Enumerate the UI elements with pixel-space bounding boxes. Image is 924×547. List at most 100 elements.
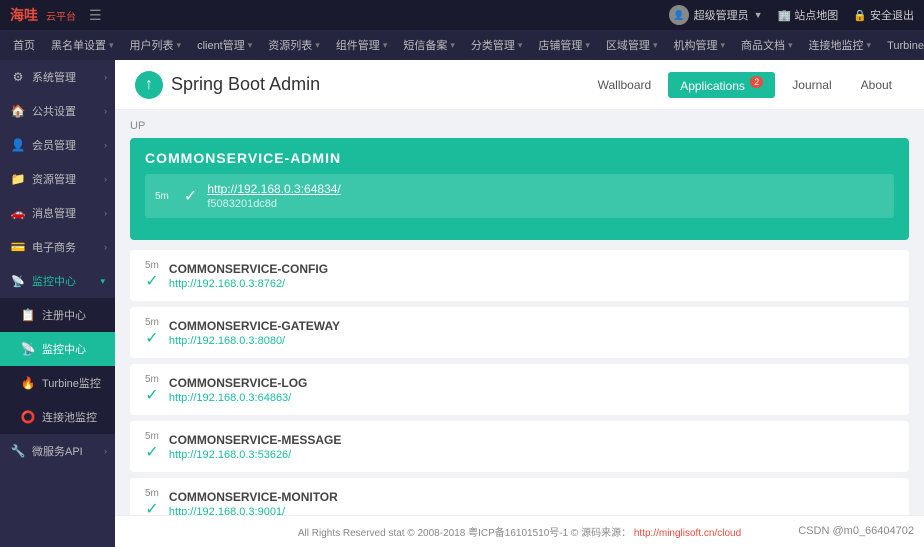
site-map-label: 站点地图 — [794, 7, 838, 23]
sidebar-item-label: 注册中心 — [42, 307, 86, 323]
sidebar-item-label: 微服务API — [32, 443, 83, 459]
sidebar-item-connpool[interactable]: ⭕ 连接池监控 — [0, 400, 115, 434]
sidebar: ⚙ 系统管理 › 🏠 公共设置 › 👤 会员管理 › 📁 资源管理 › 🚗 消息… — [0, 60, 115, 547]
chevron-right-icon: › — [104, 140, 107, 150]
service-link-4[interactable]: http://192.168.0.3:9001/ — [169, 506, 285, 516]
admin-info[interactable]: 👤 超级管理员 ▼ — [669, 5, 763, 25]
site-map-link[interactable]: 🏢 站点地图 — [778, 7, 839, 23]
time-badge-1: 5m — [145, 317, 159, 328]
sidebar-item-label: 连接池监控 — [42, 409, 97, 425]
chevron-right-icon: › — [104, 446, 107, 456]
sidebar-item-label: 会员管理 — [32, 137, 76, 153]
service-link-1[interactable]: http://192.168.0.3:8080/ — [169, 335, 285, 347]
service-card-message: 5m ✓ COMMONSERVICE-MESSAGE http://192.16… — [130, 421, 909, 472]
featured-service-info: http://192.168.0.3:64834/ f5083201dc8d — [207, 182, 340, 210]
nav-item-sms[interactable]: 短信备案▾ — [395, 30, 463, 60]
chevron-right-icon: › — [104, 242, 107, 252]
sidebar-item-messages[interactable]: 🚗 消息管理 › — [0, 196, 115, 230]
sba-nav-applications[interactable]: Applications 2 — [668, 72, 775, 98]
featured-service-detail: 5m ✓ http://192.168.0.3:64834/ f5083201d… — [145, 174, 894, 218]
chevron-down-icon: ▾ — [100, 276, 105, 287]
sidebar-item-ecommerce[interactable]: 💳 电子商务 › — [0, 230, 115, 264]
api-icon: 🔧 — [10, 444, 26, 458]
monitor-icon: 📡 — [10, 275, 26, 288]
sidebar-item-resources[interactable]: 📁 资源管理 › — [0, 162, 115, 196]
nav-arrow: ▾ — [788, 40, 793, 51]
sidebar-item-system[interactable]: ⚙ 系统管理 › — [0, 60, 115, 94]
nav-item-client[interactable]: client管理▾ — [189, 30, 260, 60]
sba-nav-about[interactable]: About — [849, 73, 904, 97]
csdn-watermark: CSDN @m0_66404702 — [798, 525, 914, 537]
service-name-2: COMMONSERVICE-LOG — [169, 376, 307, 390]
service-info-4: COMMONSERVICE-MONITOR http://192.168.0.3… — [169, 490, 338, 516]
service-link-0[interactable]: http://192.168.0.3:8762/ — [169, 278, 285, 290]
csdn-text: CSDN @m0_66404702 — [798, 525, 914, 537]
applications-badge: 2 — [750, 76, 763, 88]
service-name-4: COMMONSERVICE-MONITOR — [169, 490, 338, 504]
content-area: UP COMMONSERVICE-ADMIN 5m ✓ http://192.1… — [115, 110, 924, 515]
service-name-3: COMMONSERVICE-MESSAGE — [169, 433, 341, 447]
sba-nav-journal[interactable]: Journal — [780, 73, 843, 97]
connpool-icon: ⭕ — [20, 410, 36, 424]
chevron-right-icon: › — [104, 174, 107, 184]
service-info-0: COMMONSERVICE-CONFIG http://192.168.0.3:… — [169, 262, 328, 290]
nav-item-home[interactable]: 首页 — [5, 30, 43, 60]
home-icon: 🏠 — [10, 104, 26, 118]
sidebar-item-label: 资源管理 — [32, 171, 76, 187]
nav-arrow: ▾ — [720, 40, 725, 51]
featured-time-badge: 5m — [155, 191, 169, 202]
nav-item-shop[interactable]: 店铺管理▾ — [530, 30, 598, 60]
nav-arrow: ▾ — [450, 40, 455, 51]
check-col: 5m ✓ — [145, 317, 159, 348]
avatar: 👤 — [669, 5, 689, 25]
nav-item-category[interactable]: 分类管理▾ — [463, 30, 531, 60]
dropdown-icon: ▼ — [754, 10, 763, 20]
settings-icon: ⚙ — [10, 70, 26, 84]
check-icon-3: ✓ — [145, 442, 158, 462]
logout-link[interactable]: 🔒 安全退出 — [853, 7, 914, 23]
admin-name: 超级管理员 — [694, 7, 749, 23]
footer-source-label: 源码来源： — [581, 528, 631, 539]
user-icon: 👤 — [10, 138, 26, 152]
service-card-log: 5m ✓ COMMONSERVICE-LOG http://192.168.0.… — [130, 364, 909, 415]
service-info-1: COMMONSERVICE-GATEWAY http://192.168.0.3… — [169, 319, 340, 347]
check-icon-0: ✓ — [145, 271, 158, 291]
nav-item-goods-docs[interactable]: 商品文档▾ — [733, 30, 801, 60]
sidebar-sub-section: 📋 注册中心 📡 监控中心 🔥 Turbine监控 ⭕ 连接池监控 — [0, 298, 115, 434]
footer-source-link[interactable]: http://minglisoft.cn/cloud — [634, 528, 741, 539]
nav-item-users[interactable]: 用户列表▾ — [122, 30, 190, 60]
nav-item-org[interactable]: 机构管理▾ — [665, 30, 733, 60]
nav-item-blacklist[interactable]: 黑名单设置▾ — [43, 30, 122, 60]
sidebar-item-turbine[interactable]: 🔥 Turbine监控 — [0, 366, 115, 400]
nav-item-conn-monitor[interactable]: 连接地监控▾ — [801, 30, 880, 60]
nav-item-resources[interactable]: 资源列表▾ — [260, 30, 328, 60]
service-link-3[interactable]: http://192.168.0.3:53626/ — [169, 449, 291, 461]
sidebar-item-monitor-parent[interactable]: 📡 监控中心 ▾ — [0, 264, 115, 298]
sidebar-item-monitor-center[interactable]: 📡 监控中心 — [0, 332, 115, 366]
sba-logo-char: ↑ — [145, 76, 153, 94]
service-link-2[interactable]: http://192.168.0.3:64863/ — [169, 392, 291, 404]
sba-nav-wallboard[interactable]: Wallboard — [586, 73, 664, 97]
logo-subtext: 云平台 — [46, 8, 76, 23]
chevron-right-icon: › — [104, 72, 107, 82]
nav-arrow: ▾ — [867, 40, 872, 51]
nav-item-components[interactable]: 组件管理▾ — [328, 30, 396, 60]
top-bar: 海哇 云平台 ☰ 👤 超级管理员 ▼ 🏢 站点地图 🔒 安全退出 — [0, 0, 924, 30]
sidebar-item-members[interactable]: 👤 会员管理 › — [0, 128, 115, 162]
sba-header: ↑ Spring Boot Admin Wallboard Applicatio… — [115, 60, 924, 110]
chevron-right-icon: › — [104, 106, 107, 116]
nav-arrow: ▾ — [109, 40, 114, 51]
sidebar-item-registry[interactable]: 📋 注册中心 — [0, 298, 115, 332]
nav-arrow: ▾ — [248, 40, 253, 51]
nav-item-region[interactable]: 区域管理▾ — [598, 30, 666, 60]
monitor-center-icon: 📡 — [20, 342, 36, 356]
check-icon: ✓ — [184, 186, 197, 206]
sidebar-item-microapi[interactable]: 🔧 微服务API › — [0, 434, 115, 468]
sidebar-item-public[interactable]: 🏠 公共设置 › — [0, 94, 115, 128]
nav-arrow: ▾ — [585, 40, 590, 51]
logout-icon: 🔒 — [853, 9, 867, 22]
nav-arrow: ▾ — [177, 40, 182, 51]
featured-service-link[interactable]: http://192.168.0.3:64834/ — [207, 182, 340, 196]
nav-item-turbine[interactable]: Turbine监控▾ — [879, 30, 924, 60]
service-card-config: 5m ✓ COMMONSERVICE-CONFIG http://192.168… — [130, 250, 909, 301]
